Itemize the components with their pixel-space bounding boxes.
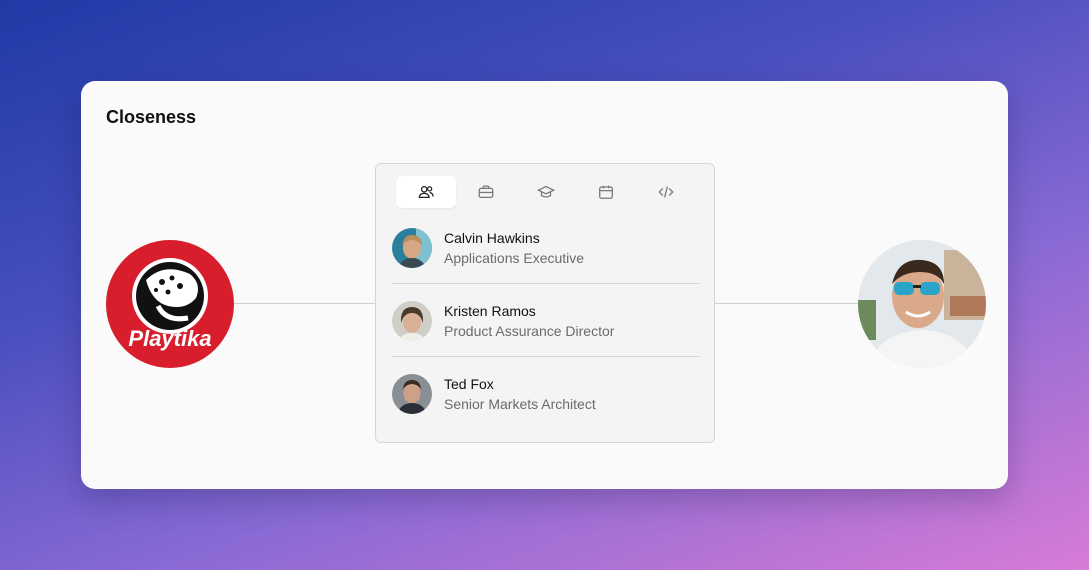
avatar (392, 228, 432, 268)
connection-name: Ted Fox (444, 376, 494, 392)
avatar-image (392, 374, 432, 414)
avatar (392, 301, 432, 341)
closeness-card: Closeness Playtika Calvin Hawkins Applic… (81, 81, 1008, 489)
divider (392, 283, 700, 284)
calendar-icon (599, 185, 613, 199)
right-connector-line (715, 303, 858, 304)
logo-text: Playtika (128, 326, 212, 351)
connection-name: Kristen Ramos (444, 303, 536, 319)
company-logo[interactable]: Playtika (106, 240, 234, 368)
tab-education[interactable] (516, 176, 576, 208)
avatar (392, 374, 432, 414)
connection-role: Product Assurance Director (444, 323, 615, 339)
avatar-image (392, 228, 432, 268)
briefcase-icon (478, 185, 494, 199)
category-tabs (396, 176, 696, 208)
graduation-cap-icon (537, 185, 555, 198)
connection-row[interactable]: Calvin Hawkins Applications Executive (392, 212, 700, 284)
tab-work[interactable] (456, 176, 516, 208)
connection-role: Applications Executive (444, 250, 585, 266)
connection-role: Senior Markets Architect (444, 396, 596, 412)
connection-row[interactable]: Kristen Ramos Product Assurance Director (392, 285, 700, 357)
tab-code[interactable] (636, 176, 696, 208)
tab-events[interactable] (576, 176, 636, 208)
connections-panel: Calvin Hawkins Applications Executive Kr… (375, 163, 715, 443)
divider (392, 356, 700, 357)
profile-photo[interactable] (858, 240, 986, 368)
connection-name: Calvin Hawkins (444, 230, 540, 246)
left-connector-line (234, 303, 375, 304)
people-icon (418, 185, 434, 199)
connection-row[interactable]: Ted Fox Senior Markets Architect (392, 358, 700, 430)
avatar-image (392, 301, 432, 341)
code-icon (658, 186, 674, 198)
tab-people[interactable] (396, 176, 456, 208)
card-title: Closeness (106, 107, 197, 127)
person-photo-image (858, 240, 986, 368)
